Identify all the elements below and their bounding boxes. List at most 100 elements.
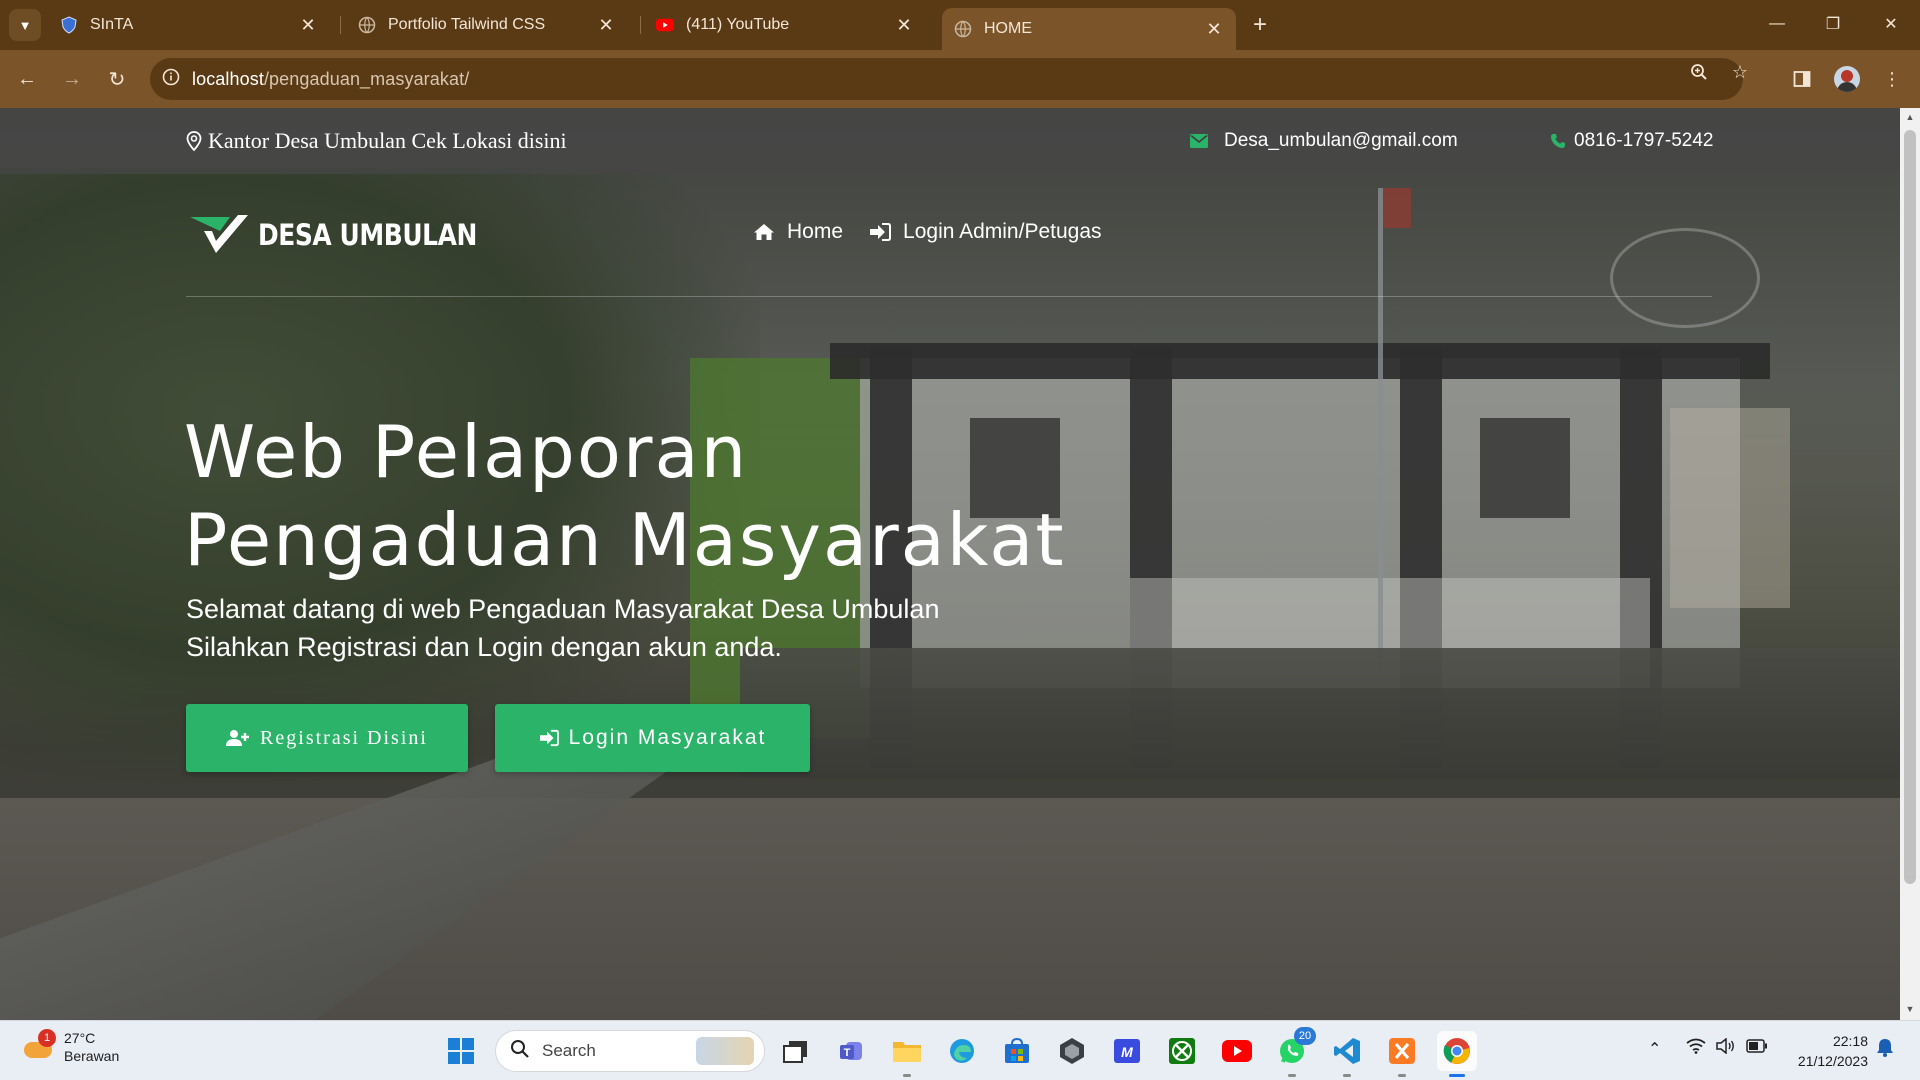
contact-phone: 0816-1797-5242: [1550, 130, 1713, 152]
wifi-icon[interactable]: [1686, 1038, 1706, 1059]
notification-bell-icon[interactable]: [1876, 1037, 1894, 1062]
minimize-icon[interactable]: —: [1754, 8, 1800, 40]
xbox-icon[interactable]: [1162, 1031, 1202, 1071]
battery-icon[interactable]: [1746, 1039, 1768, 1058]
windows-logo-icon: [448, 1038, 474, 1064]
login-button-label: Login Masyarakat: [568, 726, 767, 749]
svg-text:M: M: [1121, 1044, 1133, 1060]
taskbar-clock[interactable]: 22:18 21/12/2023: [1788, 1031, 1868, 1071]
site-info-icon[interactable]: [150, 68, 192, 91]
close-icon[interactable]: ✕: [894, 15, 914, 36]
scrollbar-thumb[interactable]: [1904, 130, 1916, 884]
page-scrollbar[interactable]: ▲ ▼: [1900, 108, 1920, 1020]
nav-home[interactable]: Home: [753, 220, 843, 244]
browser-tab-bar: ▼ SInTA ✕ Portfolio Tailwind CSS ✕ (411)…: [0, 0, 1920, 50]
page-viewport: Kantor Desa Umbulan Cek Lokasi disini De…: [0, 108, 1920, 1020]
nav-login-admin[interactable]: Login Admin/Petugas: [869, 220, 1102, 244]
globe-icon: [954, 20, 972, 38]
user-plus-icon: [226, 729, 250, 747]
maple-icon[interactable]: M: [1107, 1031, 1147, 1071]
forward-arrow-icon[interactable]: →: [56, 63, 88, 95]
back-arrow-icon[interactable]: ←: [11, 63, 43, 95]
register-button[interactable]: Registrasi Disini: [186, 704, 468, 772]
weather-badge: 1: [38, 1029, 56, 1047]
tab-search-button[interactable]: ▼: [9, 9, 41, 41]
bookmark-star-icon[interactable]: ☆: [1729, 61, 1751, 83]
zoom-icon[interactable]: [1688, 61, 1710, 83]
background-stone-wall: [740, 648, 1920, 778]
tab-home[interactable]: HOME ✕: [942, 8, 1236, 50]
scroll-down-arrow-icon[interactable]: ▼: [1904, 1004, 1916, 1016]
map-pin-icon: [186, 131, 202, 151]
location-link[interactable]: Kantor Desa Umbulan Cek Lokasi disini: [186, 128, 567, 154]
nav-divider: [186, 296, 1712, 297]
youtube-app-icon[interactable]: [1217, 1031, 1257, 1071]
file-explorer-icon[interactable]: [887, 1031, 927, 1077]
unity-hub-icon[interactable]: [1052, 1031, 1092, 1071]
weather-desc: Berawan: [64, 1048, 120, 1064]
weather-temp: 27°C: [64, 1030, 96, 1046]
contact-email: Desa_umbulan@gmail.com: [1190, 130, 1458, 152]
tab-portfolio[interactable]: Portfolio Tailwind CSS ✕: [346, 8, 628, 42]
tab-sinta[interactable]: SInTA ✕: [48, 8, 330, 42]
start-button[interactable]: [441, 1031, 481, 1071]
tab-title: Portfolio Tailwind CSS: [388, 16, 546, 33]
hero-subtitle: Selamat datang di web Pengaduan Masyarak…: [186, 590, 1186, 666]
top-info-bar: Kantor Desa Umbulan Cek Lokasi disini De…: [0, 108, 1920, 174]
teams-icon[interactable]: T: [832, 1031, 872, 1071]
new-tab-button[interactable]: +: [1245, 10, 1275, 40]
scroll-up-arrow-icon[interactable]: ▲: [1904, 112, 1916, 124]
nav-login-admin-label: Login Admin/Petugas: [903, 220, 1102, 243]
vscode-icon[interactable]: [1327, 1031, 1367, 1077]
background-satellite-dish: [1610, 228, 1760, 328]
tab-title: HOME: [984, 20, 1032, 37]
url-text: localhost/pengaduan_masyarakat/: [192, 69, 469, 90]
weather-cloud-icon: 1: [24, 1029, 56, 1062]
close-window-icon[interactable]: ✕: [1868, 8, 1914, 40]
edge-icon[interactable]: [942, 1031, 982, 1071]
nav-home-label: Home: [787, 220, 844, 243]
weather-widget[interactable]: 1 27°C Berawan: [24, 1029, 119, 1065]
task-view-icon[interactable]: [776, 1031, 816, 1071]
whatsapp-icon[interactable]: 20: [1272, 1027, 1316, 1077]
more-menu-icon[interactable]: ⋮: [1876, 63, 1908, 95]
close-icon[interactable]: ✕: [1204, 19, 1224, 40]
svg-text:T: T: [844, 1047, 851, 1059]
whatsapp-badge: 20: [1294, 1027, 1316, 1045]
login-masyarakat-button[interactable]: Login Masyarakat: [495, 704, 810, 772]
hero-title-line-1: Web Pelaporan: [184, 410, 749, 494]
xampp-icon[interactable]: [1382, 1031, 1422, 1077]
profile-avatar[interactable]: [1831, 63, 1863, 95]
taskbar-search[interactable]: Search: [495, 1030, 765, 1072]
chrome-icon[interactable]: [1437, 1031, 1477, 1077]
phone-icon: [1550, 133, 1566, 149]
envelope-icon: [1190, 134, 1208, 148]
side-panel-icon[interactable]: [1786, 63, 1818, 95]
address-bar[interactable]: localhost/pengaduan_masyarakat/: [150, 58, 1743, 100]
volume-icon[interactable]: [1716, 1037, 1736, 1059]
home-icon: [753, 223, 775, 241]
hero-title: Web Pelaporan Pengaduan Masyarakat: [184, 408, 1184, 584]
search-icon: [510, 1039, 530, 1064]
site-logo[interactable]: DESA UMBULAN: [190, 213, 513, 257]
reload-icon[interactable]: ↻: [101, 63, 133, 95]
microsoft-store-icon[interactable]: [997, 1031, 1037, 1071]
background-poster: [1670, 408, 1790, 608]
clock-time: 22:18: [1832, 1033, 1868, 1049]
close-icon[interactable]: ✕: [298, 15, 318, 36]
tab-youtube[interactable]: (411) YouTube ✕: [644, 8, 926, 42]
close-icon[interactable]: ✕: [596, 15, 616, 36]
search-highlight-image: [696, 1037, 754, 1065]
sign-in-icon: [869, 222, 892, 242]
browser-toolbar: ← → ↻ localhost/pengaduan_masyarakat/ ☆ …: [0, 50, 1920, 108]
clock-date: 21/12/2023: [1797, 1053, 1868, 1069]
register-button-label: Registrasi Disini: [260, 726, 428, 749]
background-flagpole: [1378, 188, 1383, 668]
tab-separator: [340, 16, 341, 34]
main-nav: Home Login Admin/Petugas: [753, 220, 1128, 244]
youtube-icon: [656, 16, 674, 34]
show-hidden-icons-chevron-icon[interactable]: ⌃: [1648, 1039, 1661, 1059]
search-label: Search: [542, 1041, 596, 1060]
hero-subtitle-line-1: Selamat datang di web Pengaduan Masyarak…: [186, 594, 940, 624]
restore-icon[interactable]: ❐: [1810, 8, 1856, 40]
